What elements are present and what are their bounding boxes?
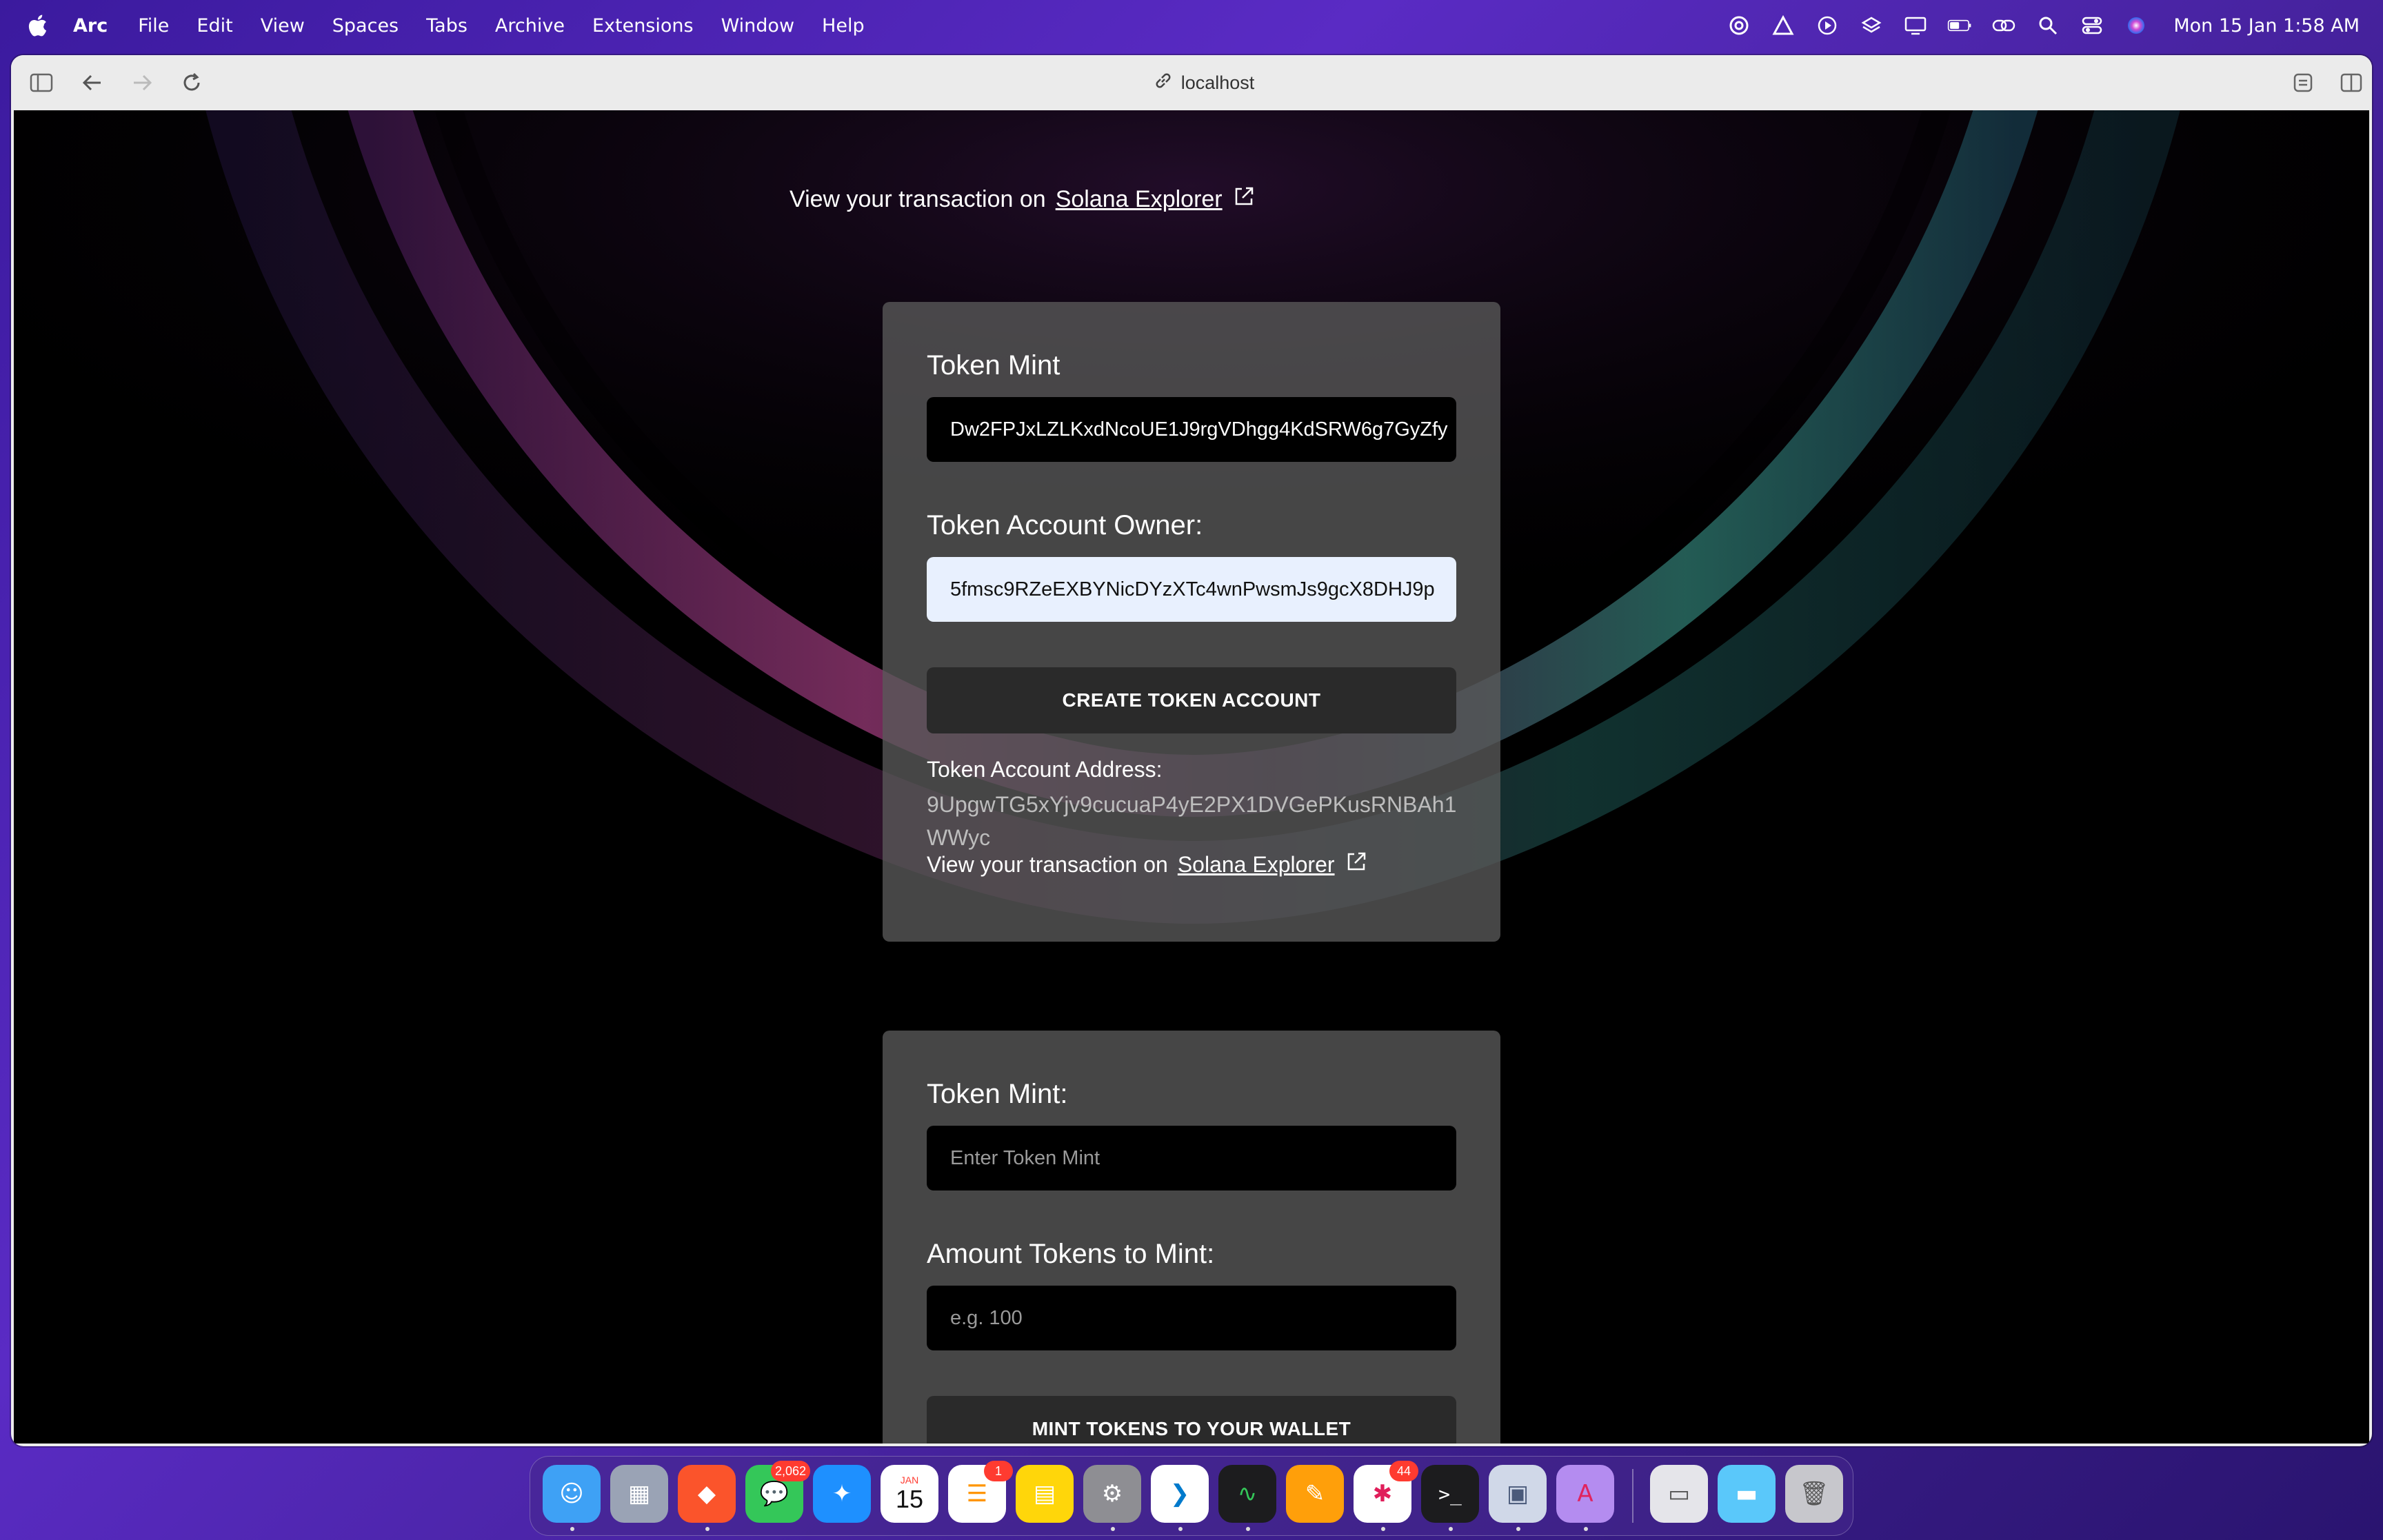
token-account-owner-label: Token Account Owner: <box>927 510 1203 540</box>
settings-icon[interactable]: ⚙ <box>1083 1465 1141 1523</box>
top-transaction-prefix: View your transaction on <box>790 186 1046 212</box>
calendar-icon[interactable]: JAN 15 <box>881 1465 938 1523</box>
battery-icon[interactable] <box>1947 13 1972 38</box>
back-arrow-icon[interactable] <box>79 69 106 97</box>
token-mint-label: Token Mint <box>927 350 1060 381</box>
running-indicator <box>1584 1527 1588 1531</box>
menu-spaces[interactable]: Spaces <box>332 15 399 37</box>
menu-extensions[interactable]: Extensions <box>592 15 694 37</box>
messages-badge: 2,062 <box>770 1461 810 1481</box>
terminal-icon[interactable]: >_ <box>1421 1465 1479 1523</box>
play-circle-icon[interactable] <box>1815 13 1840 38</box>
url-bar[interactable]: localhost <box>1114 69 1294 97</box>
brave-icon[interactable]: ◆ <box>678 1465 736 1523</box>
apple-menu-icon[interactable] <box>23 14 51 37</box>
create-token-account-button[interactable]: CREATE TOKEN ACCOUNT <box>927 667 1456 733</box>
at-sign-icon[interactable] <box>1727 13 1751 38</box>
running-indicator <box>1111 1527 1115 1531</box>
folder-icon[interactable]: ▬ <box>1718 1465 1776 1523</box>
link-chain-icon <box>1154 71 1173 95</box>
safari-icon[interactable]: ✦ <box>813 1465 871 1523</box>
token-mint-input[interactable]: Dw2FPJxLZLKxdNcoUE1J9rgVDhgg4KdSRW6g7GyZ… <box>927 397 1456 462</box>
card-transaction-notice: View your transaction on Solana Explorer <box>927 850 1368 879</box>
browser-window: localhost View your transaction on Solan… <box>11 55 2372 1446</box>
web-page: View your transaction on Solana Explorer… <box>14 110 2369 1443</box>
dock: ☺ ▦ ◆ 💬 2,062 ✦ JAN 15 ☰ 1 ▤ ⚙ ❯ ∿ ✎ ✱ 4… <box>530 1456 1853 1536</box>
mint-token-mint-input[interactable]: Enter Token Mint <box>927 1126 1456 1191</box>
status-area: Mon 15 Jan 1:58 AM <box>1727 0 2360 51</box>
reminders-badge: 1 <box>984 1461 1013 1481</box>
messages-icon[interactable]: 💬 2,062 <box>745 1461 810 1523</box>
trash-icon[interactable]: 🗑 <box>1785 1465 1843 1523</box>
split-view-icon[interactable] <box>2337 69 2365 97</box>
mint-tokens-button[interactable]: MINT TOKENS TO YOUR WALLET <box>927 1396 1456 1443</box>
amount-to-mint-label: Amount Tokens to Mint: <box>927 1239 1215 1269</box>
reminders-icon[interactable]: ☰ 1 <box>948 1461 1013 1523</box>
amount-to-mint-input[interactable]: e.g. 100 <box>927 1286 1456 1350</box>
menubar-clock[interactable]: Mon 15 Jan 1:58 AM <box>2173 15 2360 37</box>
running-indicator <box>1449 1527 1453 1531</box>
notes-icon[interactable]: ▤ <box>1016 1465 1074 1523</box>
slack-icon[interactable]: ✱ 44 <box>1354 1461 1418 1523</box>
running-indicator <box>1178 1527 1183 1531</box>
layers-icon[interactable] <box>1859 13 1884 38</box>
browser-toolbar: localhost <box>11 55 2372 110</box>
token-account-owner-input[interactable]: 5fmsc9RZeEXBYNicDYzXTc4wnPwsmJs9gcX8DHJ9… <box>927 557 1456 622</box>
arc-icon[interactable]: A <box>1556 1465 1614 1523</box>
recents-stack-icon[interactable]: ▭ <box>1650 1465 1708 1523</box>
running-indicator <box>1381 1527 1385 1531</box>
reload-icon[interactable] <box>178 69 205 97</box>
menu-bar: Arc File Edit View Spaces Tabs Archive E… <box>0 0 2383 51</box>
calendar-day: 15 <box>895 1485 924 1513</box>
siri-icon[interactable] <box>2124 13 2149 38</box>
external-link-icon[interactable] <box>1345 850 1368 879</box>
top-transaction-notice: View your transaction on Solana Explorer <box>790 185 1256 214</box>
activity-monitor-icon[interactable]: ∿ <box>1218 1465 1276 1523</box>
top-solana-explorer-link[interactable]: Solana Explorer <box>1056 186 1223 213</box>
token-account-address-value: 9UpgwTG5xYjv9cucuaP4yE2PX1DVGePKusRNBAh1… <box>927 792 1457 850</box>
launchpad-icon[interactable]: ▦ <box>610 1465 668 1523</box>
display-icon[interactable] <box>1903 13 1928 38</box>
running-indicator <box>1516 1527 1520 1531</box>
running-indicator <box>570 1527 574 1531</box>
control-center-icon[interactable] <box>2080 13 2104 38</box>
menu-file[interactable]: File <box>138 15 169 37</box>
link-icon[interactable] <box>1991 13 2016 38</box>
finder-icon[interactable]: ☺ <box>543 1465 601 1523</box>
vscode-icon[interactable]: ❯ <box>1151 1465 1209 1523</box>
running-indicator <box>1246 1527 1250 1531</box>
slack-badge: 44 <box>1389 1461 1418 1481</box>
menu-view[interactable]: View <box>261 15 305 37</box>
pages-icon[interactable]: ✎ <box>1286 1465 1344 1523</box>
mint-tokens-card: Token Mint: Enter Token Mint Amount Toke… <box>883 1031 1500 1443</box>
menu-help[interactable]: Help <box>822 15 865 37</box>
menu-archive[interactable]: Archive <box>495 15 565 37</box>
running-indicator <box>705 1527 710 1531</box>
forward-arrow-icon[interactable] <box>128 69 156 97</box>
menu-app-name[interactable]: Arc <box>73 15 108 37</box>
menu-tabs[interactable]: Tabs <box>426 15 467 37</box>
menu-edit[interactable]: Edit <box>197 15 232 37</box>
external-link-icon[interactable] <box>1232 185 1256 214</box>
token-account-address-label: Token Account Address: <box>927 757 1163 782</box>
preview-icon[interactable]: ▣ <box>1489 1465 1547 1523</box>
reader-mode-icon[interactable] <box>2289 69 2317 97</box>
create-token-account-card: Token Mint Dw2FPJxLZLKxdNcoUE1J9rgVDhgg4… <box>883 302 1500 942</box>
sidebar-toggle-icon[interactable] <box>28 69 55 97</box>
menu-window[interactable]: Window <box>721 15 794 37</box>
card-solana-explorer-link[interactable]: Solana Explorer <box>1178 852 1335 878</box>
card-transaction-prefix: View your transaction on <box>927 851 1168 877</box>
calendar-month: JAN <box>900 1475 919 1486</box>
search-icon[interactable] <box>2035 13 2060 38</box>
dock-separator <box>1632 1469 1633 1523</box>
triangle-logo-icon[interactable] <box>1771 13 1796 38</box>
mint-token-mint-label: Token Mint: <box>927 1079 1068 1109</box>
url-text: localhost <box>1180 72 1255 93</box>
